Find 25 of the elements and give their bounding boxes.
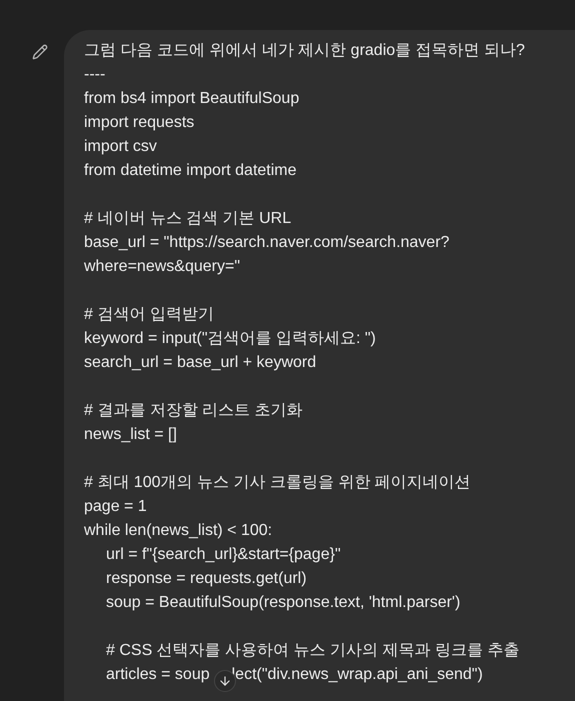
message-line: page = 1 [84,497,147,517]
message-line: # 최대 100개의 뉴스 기사 크롤링을 위한 페이지네이션 [84,473,471,493]
message-line: response = requests.get(url) [106,569,307,589]
message-line: # 결과를 저장할 리스트 초기화 [84,401,303,421]
message-line: lect("div.news_wrap.api_ani_send") [232,665,483,685]
message-line: base_url = "https://search.naver.com/search.naver? [84,233,450,253]
message-line: articles = soup [106,665,210,685]
message-line: from bs4 import BeautifulSoup [84,89,300,109]
message-line: from datetime import datetime [84,161,297,181]
message-line: while len(news_list) < 100: [84,521,272,541]
message-line: url = f"{search_url}&start={page}" [106,545,341,565]
message-line: # 검색어 입력받기 [84,305,214,325]
message-line: search_url = base_url + keyword [84,353,316,373]
message-line: ---- [84,65,106,85]
message-line: news_list = [] [84,425,177,445]
message-line: # 네이버 뉴스 검색 기본 URL [84,209,292,229]
message-line: import requests [84,113,194,133]
edit-icon[interactable] [32,44,48,60]
message-line: 그럼 다음 코드에 위에서 네가 제시한 gradio를 접목하면 되나? [84,41,525,61]
message-line: keyword = input("검색어를 입력하세요: ") [84,329,376,349]
message-line: # CSS 선택자를 사용하여 뉴스 기사의 제목과 링크를 추출 [106,641,520,661]
arrow-down-icon [218,674,232,688]
message-line: where=news&query=" [84,257,240,277]
message-line: import csv [84,137,157,157]
message-line: soup = BeautifulSoup(response.text, 'html.parser') [106,593,460,613]
